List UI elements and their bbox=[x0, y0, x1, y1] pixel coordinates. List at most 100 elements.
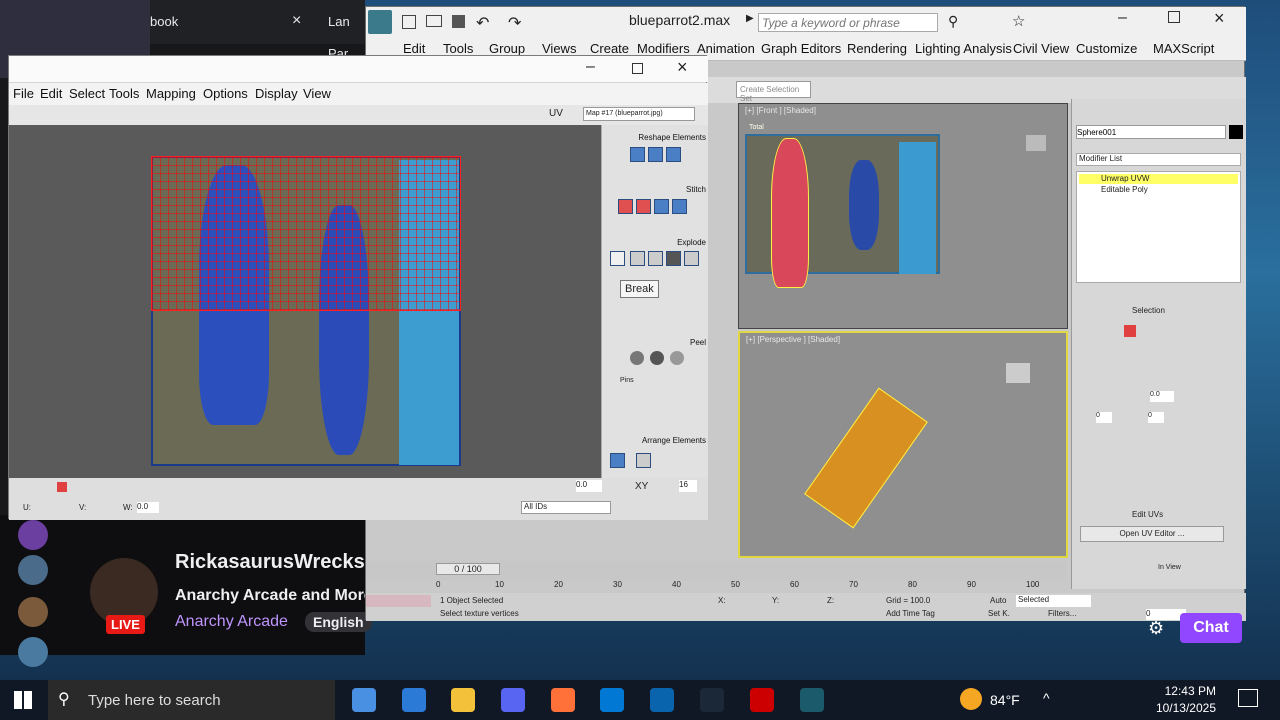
spinner-field[interactable]: 0 bbox=[1096, 412, 1112, 423]
menu-rendering[interactable]: Rendering bbox=[847, 41, 907, 56]
explode-sphere-icon[interactable] bbox=[666, 251, 681, 266]
menu-group[interactable]: Group bbox=[489, 41, 525, 56]
settings-gear-icon[interactable]: ⚙ bbox=[1148, 618, 1164, 639]
redo-icon[interactable]: ↷ bbox=[508, 13, 521, 33]
maximize-icon[interactable] bbox=[1168, 11, 1180, 23]
maxscript-listener[interactable] bbox=[366, 595, 431, 607]
stream-category[interactable]: Anarchy Arcade bbox=[175, 613, 288, 631]
language-tag[interactable]: English bbox=[305, 612, 372, 632]
viewport-front[interactable]: [+] [Front ] [Shaded] Total bbox=[738, 103, 1068, 329]
flatten-icon[interactable] bbox=[648, 251, 663, 266]
ids-dropdown[interactable]: All IDs bbox=[521, 501, 611, 514]
weld-icon[interactable] bbox=[684, 251, 699, 266]
uv-menu-options[interactable]: Options bbox=[203, 86, 248, 101]
peel-icon[interactable] bbox=[630, 351, 644, 365]
firefox-icon[interactable] bbox=[551, 688, 575, 712]
search-input[interactable] bbox=[758, 13, 938, 32]
close-tab-icon[interactable]: × bbox=[292, 12, 301, 30]
browser-tab-facebook[interactable]: book bbox=[140, 6, 310, 38]
timeline-slider[interactable]: 0 / 100 bbox=[366, 561, 1066, 581]
menu-views[interactable]: Views bbox=[542, 41, 576, 56]
max-logo-icon[interactable] bbox=[368, 10, 392, 34]
modifier-list-dropdown[interactable]: Modifier List bbox=[1076, 153, 1241, 166]
menu-customize[interactable]: Customize bbox=[1076, 41, 1137, 56]
detach-icon[interactable] bbox=[630, 251, 645, 266]
menu-animation[interactable]: Animation bbox=[697, 41, 755, 56]
app-icon[interactable] bbox=[750, 688, 774, 712]
stitch-icon[interactable] bbox=[618, 199, 633, 214]
avatar[interactable] bbox=[18, 520, 48, 550]
windows-start-icon[interactable] bbox=[14, 691, 32, 709]
minimize-icon[interactable]: – bbox=[1118, 9, 1127, 27]
steam-icon[interactable] bbox=[700, 688, 724, 712]
outlook-icon[interactable] bbox=[650, 688, 674, 712]
menu-graph-editors[interactable]: Graph Editors bbox=[761, 41, 841, 56]
play-arrow-icon[interactable]: ▶ bbox=[746, 13, 754, 24]
undo-icon[interactable]: ↶ bbox=[476, 13, 489, 33]
group-stitch[interactable]: Stitch bbox=[686, 185, 706, 194]
avatar[interactable] bbox=[18, 597, 48, 627]
key-filter-dropdown[interactable]: Selected bbox=[1016, 595, 1091, 607]
uv-menu-edit[interactable]: Edit bbox=[40, 86, 62, 101]
viewport-perspective[interactable]: [+] [Perspective ] [Shaded] bbox=[738, 331, 1068, 558]
peel-mode-icon[interactable] bbox=[650, 351, 664, 365]
relax-icon[interactable] bbox=[648, 147, 663, 162]
menu-civil-view[interactable]: Civil View bbox=[1013, 41, 1069, 56]
taskbar-search[interactable]: ⚲ Type here to search bbox=[48, 680, 335, 720]
modifier-unwrap-uvw[interactable]: Unwrap UVW bbox=[1079, 174, 1238, 184]
temperature[interactable]: 84°F bbox=[990, 692, 1020, 708]
chat-button[interactable]: Chat bbox=[1180, 613, 1242, 643]
time-slider-handle[interactable]: 0 / 100 bbox=[436, 563, 500, 575]
discord-icon[interactable] bbox=[501, 688, 525, 712]
viewcube-front[interactable] bbox=[1026, 135, 1046, 151]
pack-custom-icon[interactable] bbox=[636, 453, 651, 468]
selection-rollout-header[interactable]: Selection bbox=[1132, 306, 1165, 315]
soft-select-field[interactable]: 0.0 bbox=[576, 480, 602, 492]
pack-icon[interactable] bbox=[610, 453, 625, 468]
modifier-editable-poly[interactable]: Editable Poly bbox=[1079, 185, 1238, 195]
object-color-swatch[interactable] bbox=[1229, 125, 1243, 139]
uv-menu-display[interactable]: Display bbox=[255, 86, 298, 101]
w-field[interactable]: 0.0 bbox=[137, 502, 159, 513]
object-name-field[interactable] bbox=[1076, 125, 1226, 139]
weather-icon[interactable] bbox=[960, 688, 982, 710]
spinner-field[interactable]: 0.0 bbox=[1150, 391, 1174, 402]
uv-menu-mapping[interactable]: Mapping bbox=[146, 86, 196, 101]
binoculars-icon[interactable]: ⚲ bbox=[948, 13, 958, 30]
uv-menu-select[interactable]: Select bbox=[69, 86, 105, 101]
new-file-icon[interactable] bbox=[402, 15, 416, 29]
group-arrange-elements[interactable]: Arrange Elements bbox=[642, 436, 706, 445]
xy-toggle[interactable]: XY bbox=[635, 481, 648, 492]
element-select-icon[interactable] bbox=[57, 482, 67, 492]
in-view-button[interactable]: In View bbox=[1158, 564, 1181, 571]
grid-spacing-field[interactable]: 16 bbox=[679, 480, 697, 492]
notifications-icon[interactable] bbox=[1238, 689, 1258, 707]
3dsmax-taskbar-icon[interactable] bbox=[800, 688, 824, 712]
set-key-button[interactable]: Set K. bbox=[988, 609, 1010, 618]
save-icon[interactable] bbox=[452, 15, 465, 28]
add-time-tag[interactable]: Add Time Tag bbox=[886, 609, 935, 618]
clock-date[interactable]: 10/13/2025 bbox=[1146, 701, 1216, 715]
maximize-icon[interactable] bbox=[632, 63, 643, 74]
star-icon[interactable]: ☆ bbox=[1012, 12, 1025, 30]
group-explode[interactable]: Explode bbox=[677, 238, 706, 247]
uv-menu-view[interactable]: View bbox=[303, 86, 331, 101]
auto-key-button[interactable]: Auto bbox=[990, 596, 1006, 605]
file-explorer-icon[interactable] bbox=[451, 688, 475, 712]
clock-time[interactable]: 12:43 PM bbox=[1156, 684, 1216, 698]
chevron-up-icon[interactable]: ^ bbox=[1043, 690, 1050, 706]
open-file-icon[interactable] bbox=[426, 15, 442, 27]
avatar[interactable] bbox=[18, 555, 48, 585]
filters-button[interactable]: Filters... bbox=[1048, 609, 1076, 618]
reset-peel-icon[interactable] bbox=[670, 351, 684, 365]
minimize-icon[interactable]: – bbox=[586, 58, 595, 76]
uv-mesh-selection[interactable] bbox=[151, 156, 461, 311]
avatar[interactable] bbox=[18, 637, 48, 667]
uv-menu-file[interactable]: File bbox=[13, 86, 34, 101]
menu-modifiers[interactable]: Modifiers bbox=[637, 41, 690, 56]
menu-lighting-analysis[interactable]: Lighting Analysis bbox=[915, 41, 1012, 56]
spline-icon[interactable] bbox=[666, 147, 681, 162]
store-icon[interactable] bbox=[600, 688, 624, 712]
menu-maxscript[interactable]: MAXScript bbox=[1153, 41, 1214, 56]
menu-create[interactable]: Create bbox=[590, 41, 629, 56]
